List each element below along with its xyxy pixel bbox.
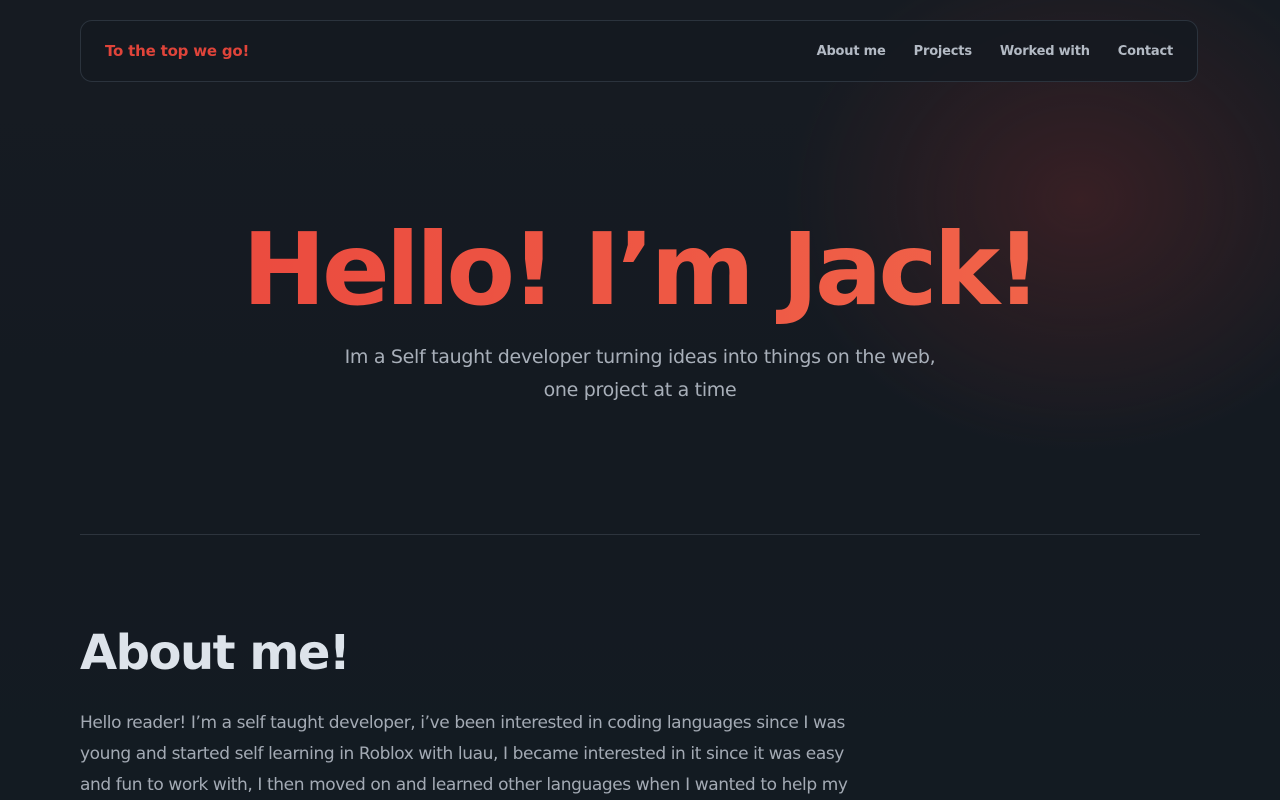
nav-links: About me Projects Worked with Contact xyxy=(817,44,1174,59)
nav-link-worked-with[interactable]: Worked with xyxy=(1000,44,1090,59)
nav-link-about-me[interactable]: About me xyxy=(817,44,886,59)
top-navbar: To the top we go! About me Projects Work… xyxy=(80,20,1198,82)
hero-subtitle: Im a Self taught developer turning ideas… xyxy=(344,346,936,401)
section-divider xyxy=(80,534,1200,535)
brand-link[interactable]: To the top we go! xyxy=(105,42,249,60)
about-section: About me! Hello reader! I’m a self taugh… xyxy=(80,620,880,800)
nav-link-projects[interactable]: Projects xyxy=(914,44,972,59)
about-heading: About me! xyxy=(80,625,351,681)
about-paragraph: Hello reader! I’m a self taught develope… xyxy=(80,713,848,795)
hero-title: Hello! I’m Jack! xyxy=(0,205,1280,335)
nav-link-contact[interactable]: Contact xyxy=(1118,44,1173,59)
hero-section: Hello! I’m Jack! Im a Self taught develo… xyxy=(0,205,1280,407)
